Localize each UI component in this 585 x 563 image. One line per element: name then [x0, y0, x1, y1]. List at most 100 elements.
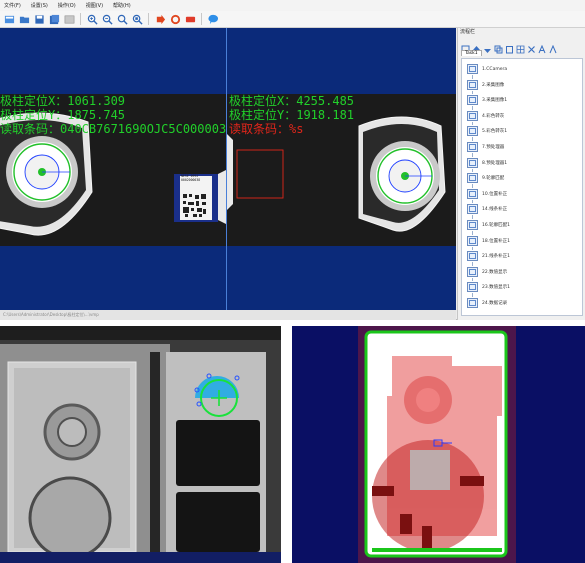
flow-step[interactable]: 2.采集图像	[467, 79, 504, 91]
inspection-image-defect-mask	[292, 326, 585, 563]
qr-label-text: NESE 0992 0002000038	[181, 174, 200, 182]
paste-step-icon[interactable]	[505, 39, 514, 53]
menu-settings[interactable]: 设置(S)	[31, 2, 48, 9]
text-display-icon	[467, 266, 478, 277]
flow-step[interactable]: 9.轮廓匹配	[467, 172, 504, 184]
image-acquire-icon	[467, 95, 478, 106]
flow-step[interactable]: 10.位置补正	[467, 188, 507, 200]
pole-locate-image	[0, 326, 281, 563]
move-down-icon[interactable]	[483, 39, 492, 53]
font-up-icon[interactable]	[538, 39, 547, 53]
menu-file[interactable]: 文件(F)	[4, 2, 21, 9]
panel-toolbar	[458, 36, 585, 53]
color-convert-icon	[467, 126, 478, 137]
flow-step-label: 7.预处理器	[482, 145, 505, 150]
data-record-icon	[467, 298, 478, 308]
flow-step-label: 4.彩色转灰	[482, 113, 505, 119]
menu-view[interactable]: 视图(V)	[86, 2, 103, 9]
process-panel: 流程栏 Task1 1.CCamera 2.采集图像 3.采集图像1 4.彩色转灰 5.…	[457, 28, 585, 320]
flow-step-label: 16.轮廓匹配1	[482, 223, 511, 228]
grid-icon[interactable]	[516, 39, 525, 53]
menu-help[interactable]: 帮助(H)	[113, 2, 131, 9]
flow-step[interactable]: 24.数据记录	[467, 297, 507, 309]
toolbar-divider	[201, 13, 202, 25]
tab-task1-label: Task1	[461, 50, 482, 56]
flow-step[interactable]: 8.预处理器1	[467, 157, 507, 169]
flow-step[interactable]: 21.线条补正1	[467, 250, 510, 262]
delete-step-icon[interactable]	[527, 39, 536, 53]
panel-title: 流程栏	[460, 29, 476, 35]
flow-step-label: 3.采集图像1	[482, 98, 508, 104]
flow-step-label: 5.彩色转灰1	[482, 129, 508, 135]
zoom-out-icon[interactable]	[101, 13, 113, 25]
zoom-actual-icon[interactable]	[131, 13, 143, 25]
flow-step[interactable]: 14.线条补正	[467, 203, 507, 215]
font-down-icon[interactable]	[549, 39, 558, 53]
contour-match-icon	[467, 220, 478, 230]
flow-step-label: 24.数据记录	[482, 301, 508, 306]
flow-step-label: 2.采集图像	[482, 82, 505, 88]
right-barcode-readout: 读取条码：%s	[229, 122, 304, 136]
flow-step[interactable]: 16.轮廓匹配1	[467, 219, 510, 231]
open-icon[interactable]	[18, 13, 30, 25]
defect-mask-image	[292, 326, 585, 563]
process-flow-list[interactable]: 1.CCamera 2.采集图像 3.采集图像1 4.彩色转灰 5.彩色转灰1 7.预处理…	[461, 58, 583, 316]
flow-step-label: 9.轮廓匹配	[482, 176, 505, 182]
camera-view-left[interactable]: NESE 0992 0002000038 极柱定位X：1061.309 极柱定位…	[0, 28, 226, 310]
flow-step[interactable]: 18.位置补正1	[467, 235, 510, 247]
line-correct-icon	[467, 204, 478, 215]
add-step-icon[interactable]	[461, 39, 470, 53]
flow-step-label: 8.预处理器1	[482, 160, 508, 166]
left-pos-x-readout: 极柱定位X：1061.309	[0, 94, 126, 108]
flow-step-label: 22.数值显示	[482, 269, 508, 275]
line-correct-icon	[467, 251, 478, 262]
run-once-icon[interactable]	[154, 13, 166, 25]
flow-step-label: 14.线条补正	[482, 207, 508, 213]
image-viewport[interactable]: NESE 0992 0002000038 极柱定位X：1061.309 极柱定位…	[0, 28, 456, 310]
preprocess-icon	[467, 142, 478, 152]
color-convert-icon	[467, 110, 478, 121]
flow-step-label: 18.位置补正1	[482, 238, 511, 244]
flow-step-label: 21.线条补正1	[482, 254, 511, 260]
flow-step[interactable]: 5.彩色转灰1	[467, 125, 507, 137]
flow-step[interactable]: 7.预处理器	[467, 141, 504, 153]
camera-view-right[interactable]: 极柱定位X：4255.485 极柱定位Y：1918.181 读取条码：%s	[227, 28, 456, 310]
flow-step[interactable]: 4.彩色转灰	[467, 110, 504, 122]
contour-match-icon	[467, 173, 478, 184]
save-icon[interactable]	[33, 13, 45, 25]
text-display-icon	[467, 282, 478, 293]
zoom-fit-icon[interactable]	[116, 13, 128, 25]
image-acquire-icon	[467, 79, 478, 90]
left-barcode-readout: 读取条码：040CB7671690OJC5C0000038	[0, 122, 226, 136]
image-icon[interactable]	[63, 13, 75, 25]
position-correct-icon	[467, 188, 478, 199]
left-pos-y-readout: 极柱定位Y：1875.745	[0, 108, 126, 122]
toolbar-divider	[148, 13, 149, 25]
right-pos-x-readout: 极柱定位X：4255.485	[229, 94, 355, 108]
qr-label-line2: 0002000038	[181, 178, 201, 182]
zoom-in-icon[interactable]	[86, 13, 98, 25]
run-loop-icon[interactable]	[169, 13, 181, 25]
status-bar: C:\Users\Administrator\Desktop\极柱定位\...\…	[0, 310, 456, 320]
flow-step[interactable]: 1.CCamera	[467, 63, 507, 75]
vision-software-window: 文件(F) 设置(S) 操作(O) 视图(V) 帮助(H) NESE 0992 …	[0, 0, 585, 320]
menu-bar: 文件(F) 设置(S) 操作(O) 视图(V) 帮助(H)	[0, 0, 585, 11]
flow-step-label: 1.CCamera	[482, 66, 508, 72]
toolbar	[0, 11, 585, 28]
save-all-icon[interactable]	[48, 13, 60, 25]
right-pos-y-readout: 极柱定位Y：1918.181	[229, 108, 355, 122]
move-up-icon[interactable]	[472, 39, 481, 50]
inspection-image-pole-locate	[0, 326, 281, 563]
toolbar-divider	[80, 13, 81, 25]
menu-operation[interactable]: 操作(O)	[58, 2, 76, 9]
camera-icon	[467, 64, 478, 74]
copy-step-icon[interactable]	[494, 39, 503, 53]
flow-step[interactable]: 23.数值显示1	[467, 281, 510, 293]
info-icon[interactable]	[207, 13, 219, 25]
new-icon[interactable]	[3, 13, 15, 25]
position-correct-icon	[467, 235, 478, 246]
flow-step[interactable]: 22.数值显示	[467, 266, 507, 278]
stop-icon[interactable]	[184, 13, 196, 25]
preprocess-icon	[467, 157, 478, 168]
flow-step[interactable]: 3.采集图像1	[467, 94, 507, 106]
